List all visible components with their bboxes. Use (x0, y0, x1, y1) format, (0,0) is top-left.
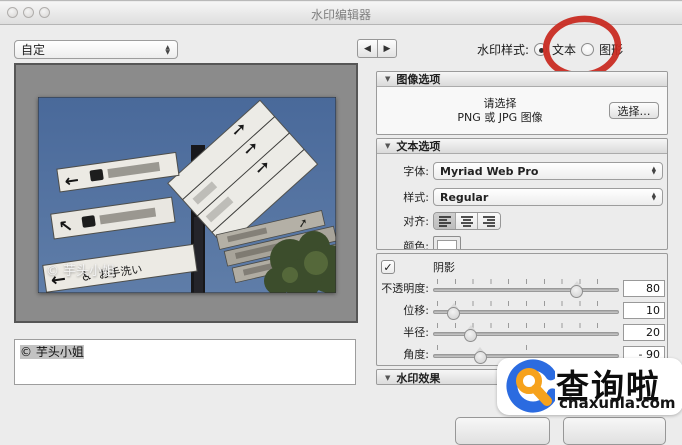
svg-text:➚: ➚ (255, 157, 270, 178)
align-right-button[interactable] (478, 213, 500, 229)
checkmark-icon: ✓ (383, 261, 392, 274)
slider-track[interactable] (433, 332, 619, 336)
chaxunla-logo-icon (497, 358, 555, 415)
watermark-style-group: 水印样式: 文本 图形 (477, 41, 623, 58)
watermark-editor-window: 水印编辑器 自定 ▲▼ ◀ ▶ 水印样式: 文本 图形 (0, 0, 682, 437)
radio-graphic-label[interactable]: 图形 (599, 41, 623, 58)
style-dropdown[interactable]: Regular ▲▼ (433, 188, 663, 206)
title-bar: 水印编辑器 (0, 2, 682, 25)
effects-title: 水印效果 (396, 370, 440, 386)
image-hint: 请选择 PNG 或 JPG 图像 (377, 97, 609, 125)
watermark-preview: ➚ ➚ ➚ ➚ ➚ ➚ (14, 63, 358, 323)
font-dropdown[interactable]: Myriad Web Pro ▲▼ (433, 162, 663, 180)
image-options-title: 图像选项 (396, 71, 440, 87)
offset-slider-thumb[interactable] (447, 304, 460, 318)
align-label: 对齐: (377, 213, 429, 229)
radius-value[interactable]: 20 (623, 324, 665, 341)
offset-label: 位移: (377, 302, 429, 318)
opacity-slider[interactable] (433, 277, 619, 299)
preset-dropdown[interactable]: 自定 ▲▼ (14, 40, 178, 59)
disclosure-triangle-icon: ▼ (385, 75, 390, 83)
svg-text:➚: ➚ (232, 119, 247, 140)
watermark-text-input[interactable]: © 芋头小姐 (14, 339, 356, 385)
align-left-button[interactable] (434, 213, 456, 229)
image-options-section: ▼ 图像选项 请选择 PNG 或 JPG 图像 选择… (376, 71, 668, 135)
radio-graphic[interactable] (581, 43, 594, 56)
stepper-icon: ▲▼ (652, 193, 656, 202)
opacity-slider-row: 不透明度: 80 (377, 277, 667, 299)
selected-text: © 芋头小姐 (20, 345, 84, 359)
stepper-icon: ▲▼ (165, 45, 171, 55)
angle-label: 角度: (377, 346, 429, 362)
offset-slider-row: 位移: 10 (377, 299, 667, 321)
align-left-icon (438, 215, 452, 227)
text-options-header[interactable]: ▼ 文本选项 (377, 139, 667, 154)
style-label: 样式: (377, 189, 429, 205)
text-options-title: 文本选项 (396, 138, 440, 154)
text-options-section: ▼ 文本选项 字体: Myriad Web Pro ▲▼ 样式: Regular… (376, 138, 668, 250)
chaxunla-watermark: 查询啦 chaxunla.com (497, 358, 682, 415)
radius-slider[interactable] (433, 321, 619, 343)
preview-photo: ➚ ➚ ➚ ➚ ➚ ➚ (38, 97, 336, 293)
prev-icon: ◀ (364, 44, 371, 54)
bottom-button-left[interactable] (455, 417, 550, 445)
radius-label: 半径: (377, 324, 429, 340)
font-value: Myriad Web Pro (440, 165, 538, 178)
align-segmented-control (433, 212, 501, 230)
stepper-icon: ▲▼ (652, 167, 656, 176)
offset-value[interactable]: 10 (623, 302, 665, 319)
preview-nav: ◀ ▶ (357, 39, 397, 58)
color-label: 颜色: (377, 238, 429, 251)
slider-track[interactable] (433, 310, 619, 314)
next-button[interactable]: ▶ (377, 39, 397, 58)
radio-text[interactable] (534, 43, 547, 56)
photo-watermark-text: © 芋头小姐 (46, 260, 115, 279)
preset-value: 自定 (21, 41, 45, 58)
shadow-checkbox[interactable]: ✓ (381, 260, 395, 274)
shadow-label: 阴影 (433, 259, 455, 275)
radius-slider-row: 半径: 20 (377, 321, 667, 343)
slider-ticks (437, 301, 615, 306)
opacity-label: 不透明度: (377, 280, 429, 296)
image-options-header[interactable]: ▼ 图像选项 (377, 72, 667, 87)
prev-button[interactable]: ◀ (357, 39, 377, 58)
radio-text-label[interactable]: 文本 (552, 41, 576, 58)
font-label: 字体: (377, 163, 429, 179)
style-value: Regular (440, 191, 488, 204)
slider-ticks (437, 279, 615, 284)
radius-slider-thumb[interactable] (464, 326, 477, 340)
align-center-icon (460, 215, 474, 227)
opacity-value[interactable]: 80 (623, 280, 665, 297)
next-icon: ▶ (384, 44, 391, 54)
opacity-slider-thumb[interactable] (570, 282, 583, 296)
shadow-section: ✓ 阴影 不透明度: 80 位移: 10 半径: (376, 253, 668, 366)
align-center-button[interactable] (456, 213, 478, 229)
watermark-style-label: 水印样式: (477, 41, 529, 58)
color-well[interactable] (433, 236, 461, 250)
window-title: 水印编辑器 (0, 6, 682, 23)
align-right-icon (482, 215, 496, 227)
svg-text:←: ← (63, 170, 80, 192)
angle-slider-thumb[interactable] (474, 348, 487, 362)
svg-text:↖: ↖ (57, 216, 74, 238)
disclosure-triangle-icon: ▼ (385, 142, 390, 150)
svg-text:➚: ➚ (243, 138, 258, 159)
chaxunla-domain: chaxunla.com (559, 394, 676, 412)
choose-image-button[interactable]: 选择… (609, 102, 659, 119)
bottom-button-right[interactable] (563, 417, 666, 445)
slider-ticks (437, 345, 615, 350)
offset-slider[interactable] (433, 299, 619, 321)
disclosure-triangle-icon: ▼ (385, 374, 390, 382)
slider-track[interactable] (433, 288, 619, 292)
